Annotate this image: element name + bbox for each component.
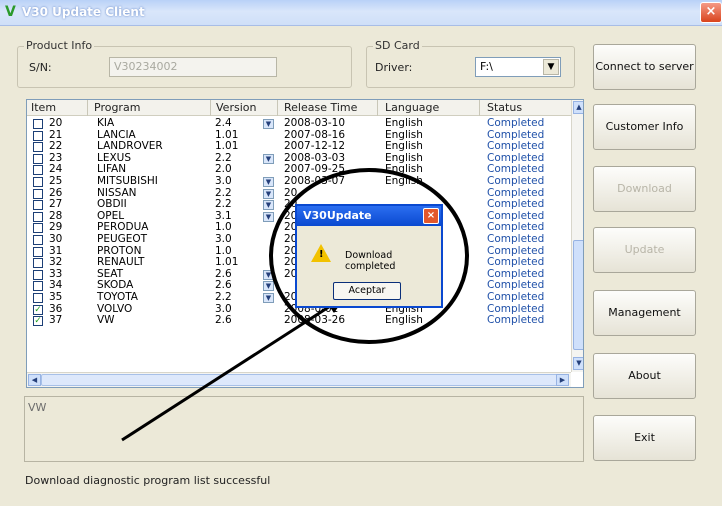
download-completed-dialog: V30Update × ! Download completed Aceptar <box>295 204 443 308</box>
pointer-arrow <box>121 301 336 442</box>
dialog-close-button[interactable]: × <box>423 208 439 224</box>
aceptar-button[interactable]: Aceptar <box>333 282 401 300</box>
dialog-title: V30Update <box>297 206 441 226</box>
warning-mark: ! <box>319 249 324 260</box>
dialog-message: Download completed <box>345 250 396 272</box>
